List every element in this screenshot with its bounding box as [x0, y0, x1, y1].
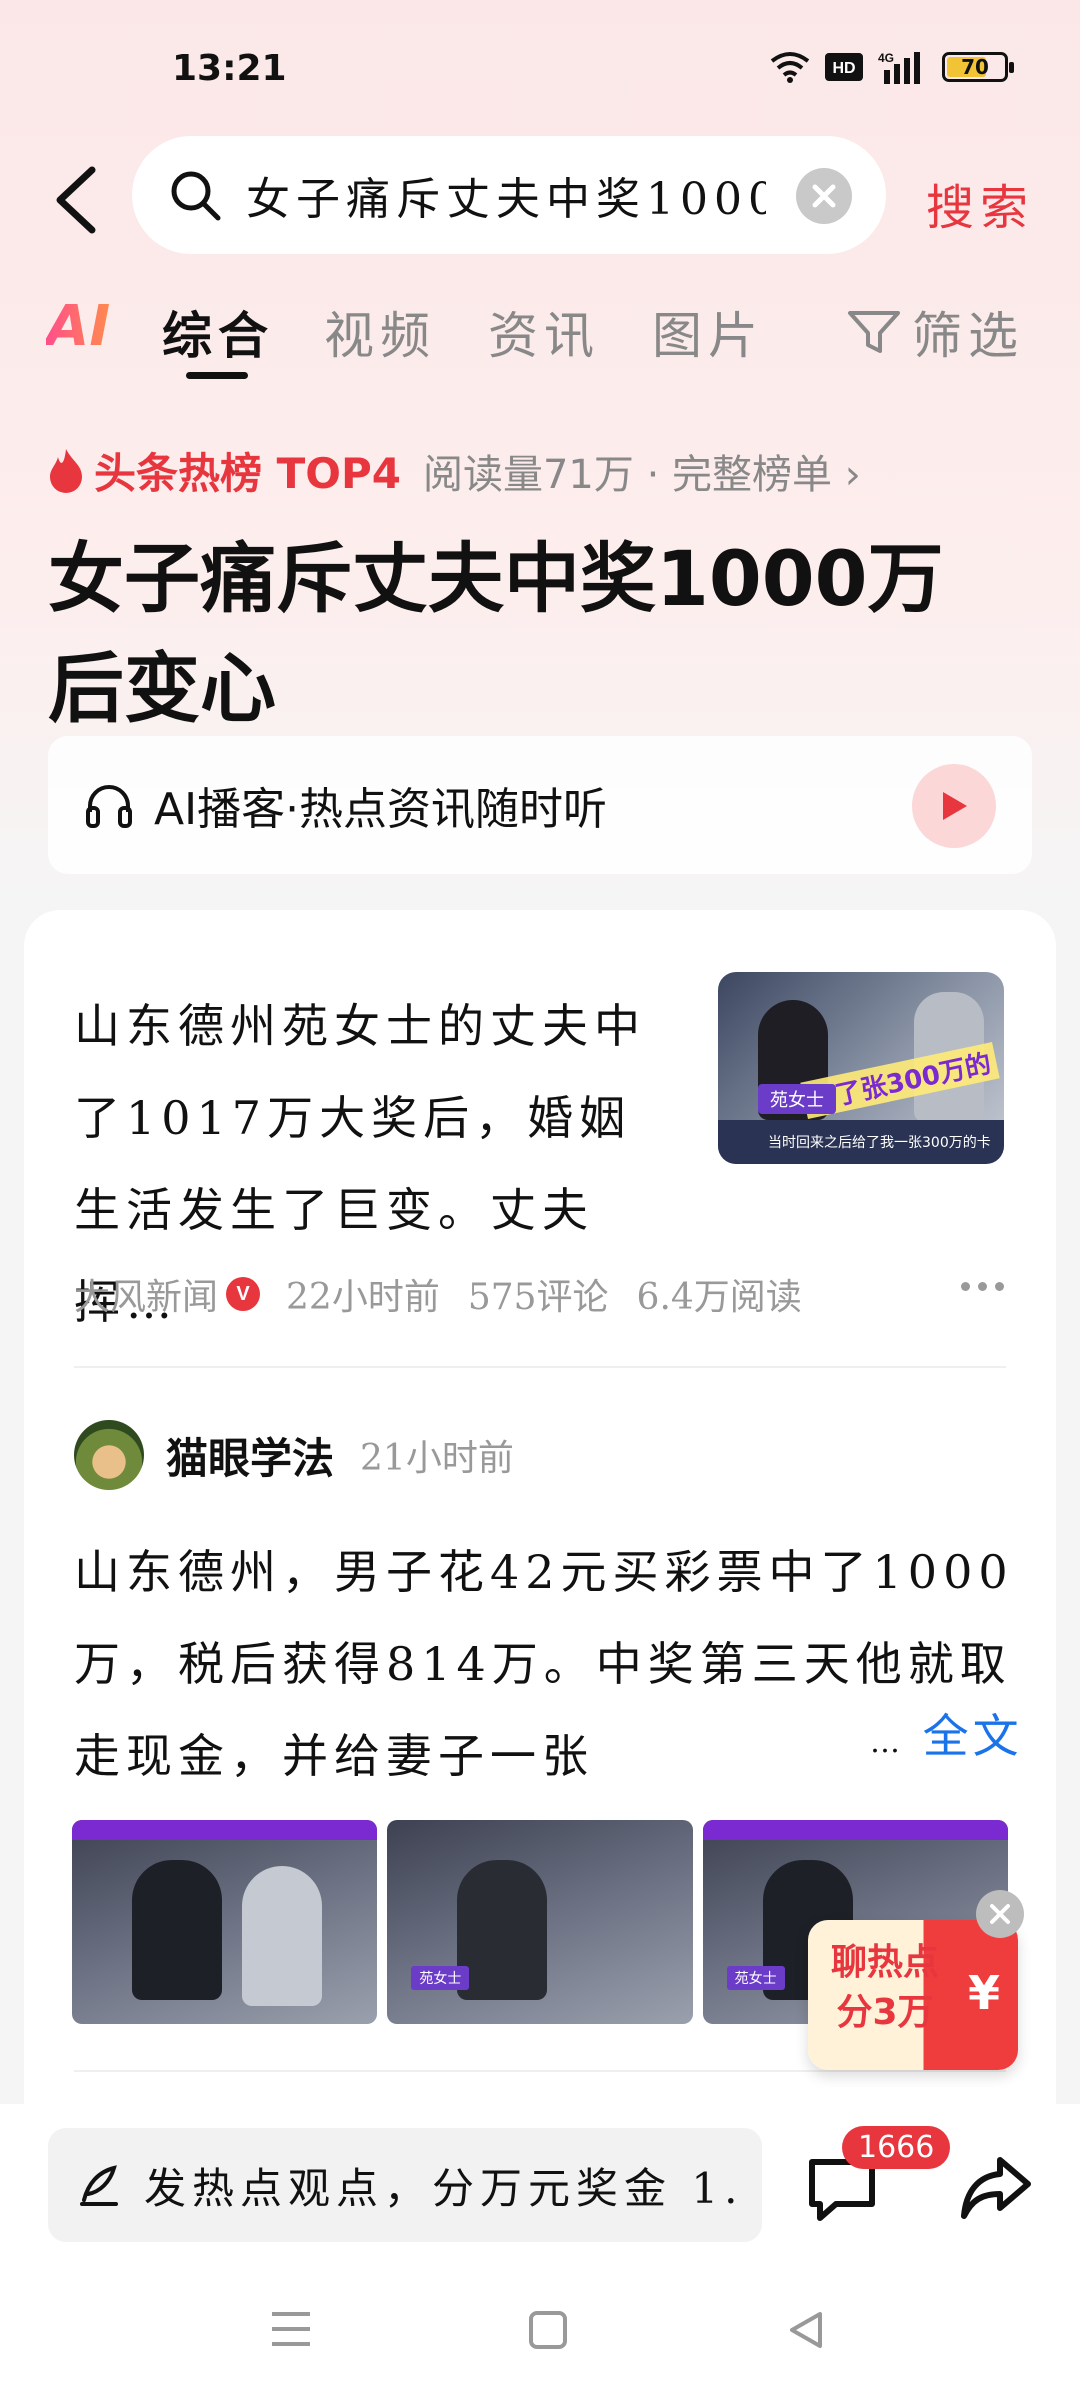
battery-level: 70 [961, 55, 989, 79]
comment-count: 575评论 [467, 1277, 609, 1318]
close-promo-button[interactable] [976, 1890, 1024, 1938]
filter-button[interactable]: 筛选 [846, 296, 1024, 368]
back-arrow-icon[interactable] [48, 160, 108, 240]
expand-label: 全文 [922, 1709, 1023, 1763]
tab-bar: AI 综合 视频 资讯 图片 筛选 [46, 290, 1046, 380]
active-tab-indicator [186, 372, 248, 379]
image-tag: 苑女士 [726, 1966, 785, 1990]
svg-text:4G: 4G [878, 51, 894, 65]
status-time: 13:21 [172, 48, 287, 89]
result-1-meta: 大风新闻 V 22小时前 575评论 6.4万阅读 [74, 1268, 830, 1320]
result-image[interactable]: 苑女士 [387, 1820, 693, 2024]
tab-ai[interactable]: AI [46, 294, 110, 359]
status-bar: 13:21 HD 4G 70 [0, 0, 1080, 140]
podcast-label: AI播客·热点资讯随时听 [154, 784, 608, 835]
post-time: 21小时前 [360, 1438, 514, 1479]
ai-podcast-bar[interactable]: AI播客·热点资讯随时听 [48, 736, 1032, 874]
comment-input[interactable]: 发热点观点，分万元奖金 1. [48, 2128, 762, 2242]
author-name[interactable]: 猫眼学法 [166, 1425, 334, 1486]
thumbnail-tag: 苑女士 [758, 1084, 836, 1114]
home-icon[interactable] [528, 2310, 568, 2350]
thumbnail-caption: 当时回来之后给了我一张300万的卡 [718, 1120, 1004, 1164]
image-banner [72, 1820, 378, 1840]
image-person [457, 1860, 548, 2000]
red-packet-body[interactable]: 聊热点分3万 ¥ [808, 1920, 1018, 2070]
ellipsis: … [870, 1725, 904, 1760]
verified-badge: V [226, 1277, 261, 1311]
page-title: 女子痛斥丈夫中奖1000万后变心 [48, 534, 944, 733]
system-navigation-bar [0, 2254, 1080, 2400]
search-submit-button[interactable]: 搜索 [926, 168, 1034, 238]
search-input[interactable]: 女子痛斥丈夫中奖1000 [132, 136, 886, 254]
4g-signal-icon: 4G [878, 51, 920, 84]
image-banner [702, 1820, 1008, 1840]
result-2-header[interactable]: 猫眼学法 21小时前 [74, 1420, 514, 1490]
clear-search-button[interactable] [796, 168, 852, 224]
flame-icon [50, 448, 82, 493]
share-icon[interactable] [960, 2154, 1032, 2220]
menu-icon[interactable] [270, 2310, 312, 2348]
battery-icon: 70 [942, 52, 1014, 82]
comment-placeholder: 发热点观点，分万元奖金 1. [144, 2163, 744, 2213]
search-query[interactable]: 女子痛斥丈夫中奖1000 [246, 163, 766, 227]
image-tag: 苑女士 [411, 1966, 470, 1990]
status-icons: HD 4G 70 [770, 50, 1014, 84]
filter-label: 筛选 [912, 307, 1024, 365]
search-icon [171, 171, 221, 221]
hot-list-label: 头条热榜 TOP4 [94, 449, 401, 498]
hot-list-meta[interactable]: 阅读量71万 · 完整榜单 › [423, 442, 861, 500]
tab-comprehensive[interactable]: 综合 [162, 296, 274, 368]
tab-news[interactable]: 资讯 [488, 296, 600, 368]
play-icon [943, 792, 967, 820]
image-person [132, 1860, 222, 2000]
comment-count-badge: 1666 [842, 2126, 951, 2169]
source-name[interactable]: 大风新闻 [74, 1268, 218, 1320]
avatar[interactable] [74, 1420, 144, 1490]
expand-full-text-link[interactable]: … 全文 [862, 1700, 1023, 1766]
wifi-icon [770, 52, 810, 83]
divider [74, 1366, 1006, 1368]
result-image[interactable] [72, 1820, 378, 2024]
hot-topic-red-packet[interactable]: 聊热点分3万 ¥ [808, 1890, 1028, 2080]
close-icon [812, 184, 836, 208]
promo-text: 聊热点分3万 [830, 1942, 939, 2033]
hot-list-header[interactable]: 头条热榜 TOP4 阅读量71万 · 完整榜单 › [46, 440, 861, 501]
more-options-icon[interactable] [961, 1282, 1004, 1291]
read-count: 6.4万阅读 [636, 1277, 802, 1318]
yen-icon: ¥ [967, 1966, 1000, 2020]
image-person [242, 1866, 322, 2006]
filter-icon [848, 311, 900, 353]
bottom-action-bar: 发热点观点，分万元奖金 1. 1666 [0, 2104, 1080, 2254]
pen-icon [80, 2165, 118, 2206]
svg-text:HD: HD [832, 60, 855, 77]
back-icon[interactable] [786, 2310, 826, 2350]
play-button[interactable] [912, 764, 996, 848]
tab-video[interactable]: 视频 [324, 296, 436, 368]
close-icon [990, 1904, 1010, 1924]
hd-icon: HD [825, 53, 863, 81]
headphones-icon [86, 785, 132, 828]
post-time: 22小时前 [286, 1277, 440, 1318]
result-1-thumbnail[interactable]: 给了张300万的 苑女士 当时回来之后给了我一张300万的卡 [718, 972, 1004, 1164]
tab-images[interactable]: 图片 [652, 296, 764, 368]
